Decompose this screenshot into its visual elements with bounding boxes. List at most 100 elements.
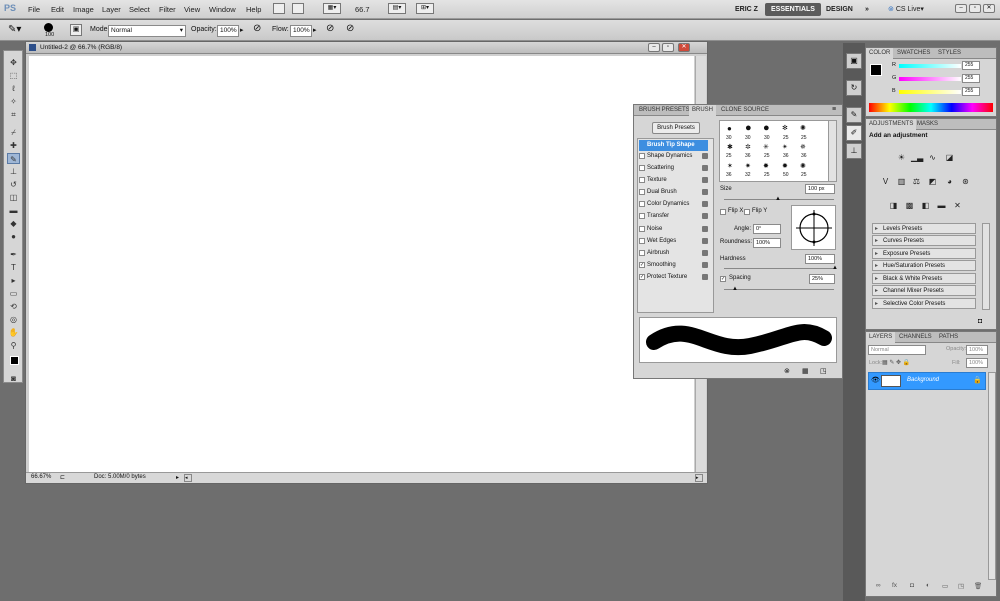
doc-close-icon[interactable]: ✕: [678, 43, 690, 52]
new-layer-icon[interactable]: ◳: [958, 582, 964, 590]
levels-icon[interactable]: ▁▃: [911, 152, 923, 163]
green-slider[interactable]: [899, 77, 961, 81]
tab-swatches[interactable]: SWATCHES: [894, 48, 933, 59]
delete-layer-icon[interactable]: 🗑: [974, 582, 982, 590]
tip-grid-scrollbar[interactable]: [828, 120, 837, 182]
status-icon[interactable]: ⊏: [60, 474, 65, 481]
color-spectrum-bar[interactable]: [869, 103, 993, 112]
channel-mixer-icon[interactable]: ⊛: [960, 176, 971, 187]
tab-masks[interactable]: MASKS: [914, 119, 941, 130]
option-scattering[interactable]: Scattering: [639, 163, 708, 174]
lock-icon[interactable]: [702, 213, 708, 219]
restore-icon[interactable]: ▫: [969, 4, 981, 13]
roundness-input[interactable]: 100%: [753, 238, 781, 248]
hardness-slider-track[interactable]: [724, 268, 834, 269]
new-group-icon[interactable]: ▭: [942, 582, 948, 590]
close-icon[interactable]: ✕: [983, 4, 995, 13]
checkbox[interactable]: [639, 250, 645, 256]
option-brush-tip-shape[interactable]: Brush Tip Shape: [639, 140, 708, 151]
option-noise[interactable]: Noise: [639, 224, 708, 235]
quick-selection-icon[interactable]: ✧: [7, 96, 20, 107]
hardness-input[interactable]: 100%: [805, 254, 835, 264]
lock-options-icon[interactable]: ▦ ✎ ✥ 🔒: [882, 359, 910, 366]
preset-selective-color[interactable]: Selective Color Presets: [872, 298, 976, 310]
arrange-documents-icon[interactable]: ▤▾: [388, 3, 406, 14]
preset-levels[interactable]: Levels Presets: [872, 223, 976, 235]
doc-restore-icon[interactable]: ▫: [662, 43, 674, 52]
photo-filter-icon[interactable]: ◕: [944, 176, 955, 187]
menu-select[interactable]: Select: [129, 5, 150, 14]
workspace-design[interactable]: DESIGN: [820, 3, 859, 16]
menu-layer[interactable]: Layer: [102, 5, 121, 14]
brush-tip-icon[interactable]: ✻: [782, 124, 788, 132]
dodge-tool-icon[interactable]: ●: [7, 231, 20, 242]
lock-icon[interactable]: [702, 201, 708, 207]
spacing-slider-thumb[interactable]: ▲: [732, 286, 738, 292]
option-shape-dynamics[interactable]: Shape Dynamics: [639, 151, 708, 162]
blur-tool-icon[interactable]: ◆: [7, 218, 20, 229]
status-menu-icon[interactable]: ▸: [176, 474, 179, 481]
grid-icon[interactable]: ▦: [802, 367, 809, 375]
hand-tool-icon[interactable]: ✋: [7, 327, 20, 338]
lock-icon[interactable]: [702, 165, 708, 171]
lock-icon[interactable]: [702, 153, 708, 159]
view-extras-icon[interactable]: ▦▾: [323, 3, 341, 14]
move-tool-icon[interactable]: ✥: [7, 57, 20, 68]
brush-tip-icon[interactable]: ✶: [727, 162, 733, 170]
invert-icon[interactable]: ◨: [888, 200, 899, 211]
tab-color[interactable]: COLOR: [866, 48, 894, 59]
brush-tip-icon[interactable]: ✵: [800, 143, 806, 151]
flow-input[interactable]: 100%: [290, 25, 312, 37]
selective-color-icon[interactable]: ✕: [952, 200, 963, 211]
layer-style-icon[interactable]: fx: [892, 582, 897, 589]
brush-tip-icon[interactable]: ✳: [763, 143, 769, 151]
brush-angle-preview[interactable]: [791, 205, 836, 250]
menu-image[interactable]: Image: [73, 5, 94, 14]
blend-mode-select[interactable]: Normal: [868, 345, 926, 355]
minimize-icon[interactable]: –: [955, 4, 967, 13]
clip-to-layer-icon[interactable]: ◘: [978, 318, 982, 325]
size-slider-thumb[interactable]: ▲: [775, 196, 781, 202]
3d-orbit-icon[interactable]: ◎: [7, 314, 20, 325]
spacing-checkbox[interactable]: ✓: [720, 276, 726, 282]
foreground-color-swatch[interactable]: [870, 64, 882, 76]
pressure-opacity-icon[interactable]: ⊘: [253, 23, 261, 34]
scroll-right-icon[interactable]: ▸: [695, 474, 703, 482]
brush-tip-icon[interactable]: ✷: [745, 162, 751, 170]
opacity-slider-icon[interactable]: ▸: [240, 26, 244, 34]
lock-icon[interactable]: [702, 189, 708, 195]
new-adjustment-icon[interactable]: ◐: [926, 582, 930, 589]
exposure-icon[interactable]: ◪: [944, 152, 955, 163]
brush-tip-icon[interactable]: [44, 23, 53, 32]
bridge-icon[interactable]: [273, 3, 285, 14]
flip-y-checkbox[interactable]: [744, 209, 750, 215]
workspace-user[interactable]: ERIC Z: [729, 3, 764, 16]
lock-icon[interactable]: [702, 177, 708, 183]
blue-slider[interactable]: [899, 90, 961, 94]
brush-tip-icon[interactable]: ●: [727, 124, 732, 133]
layer-row-background[interactable]: 👁 Background 🔒: [868, 372, 986, 390]
size-input[interactable]: 100 px: [805, 184, 835, 194]
brush-presets-button[interactable]: Brush Presets: [652, 122, 700, 134]
flow-slider-icon[interactable]: ▸: [313, 26, 317, 34]
option-transfer[interactable]: Transfer: [639, 211, 708, 222]
healing-brush-icon[interactable]: ✚: [7, 140, 20, 151]
brush-tip-icon[interactable]: ✲: [745, 143, 751, 151]
lock-icon[interactable]: [702, 250, 708, 256]
option-wet-edges[interactable]: Wet Edges: [639, 236, 708, 247]
checkbox[interactable]: [639, 165, 645, 171]
brightness-icon[interactable]: ☀: [896, 152, 907, 163]
checkbox[interactable]: ✓: [639, 262, 645, 268]
spacing-slider-track[interactable]: [724, 289, 834, 290]
lock-icon[interactable]: [702, 274, 708, 280]
eraser-tool-icon[interactable]: ◫: [7, 192, 20, 203]
brush-tool-icon[interactable]: ✎▾: [8, 24, 21, 35]
option-protect-texture[interactable]: ✓ Protect Texture: [639, 272, 708, 283]
brush-tip-icon[interactable]: ●: [763, 122, 770, 134]
tab-paths[interactable]: PATHS: [936, 332, 961, 343]
red-input[interactable]: 255: [962, 61, 980, 70]
lock-icon[interactable]: [702, 238, 708, 244]
lock-icon[interactable]: [702, 226, 708, 232]
flip-x-checkbox[interactable]: [720, 209, 726, 215]
black-white-icon[interactable]: ◩: [927, 176, 938, 187]
